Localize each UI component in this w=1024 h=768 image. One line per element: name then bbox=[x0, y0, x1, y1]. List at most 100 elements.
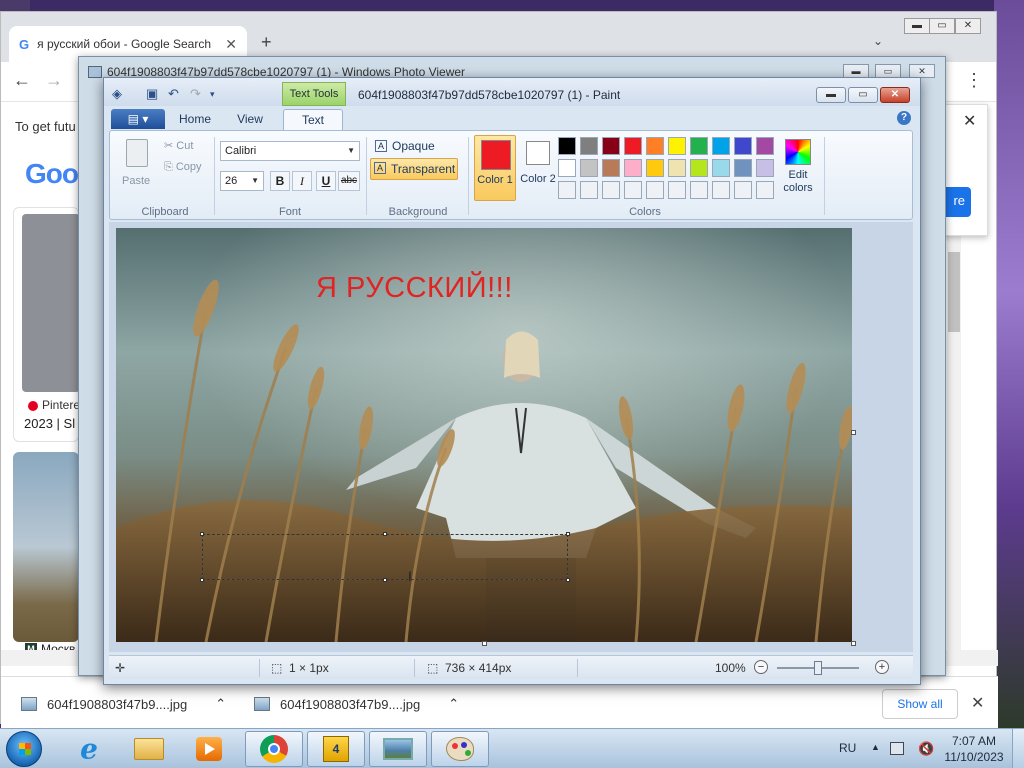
palette-empty-swatch[interactable] bbox=[712, 181, 730, 199]
paint-close-button[interactable]: ✕ bbox=[880, 87, 910, 103]
palette-empty-swatch[interactable] bbox=[734, 181, 752, 199]
cut-button[interactable]: ✂ Cut bbox=[164, 139, 193, 152]
show-all-downloads-button[interactable]: Show all bbox=[882, 689, 958, 719]
palette-color-swatch[interactable] bbox=[712, 137, 730, 155]
taskbar-internet-explorer[interactable]: e bbox=[60, 731, 118, 767]
palette-color-swatch[interactable] bbox=[602, 137, 620, 155]
copy-button[interactable]: ⎘ Copy bbox=[164, 161, 202, 174]
kebab-menu-icon[interactable]: ⋮ bbox=[965, 70, 983, 91]
help-icon[interactable]: ? bbox=[897, 111, 911, 125]
color2-button[interactable] bbox=[526, 141, 550, 165]
taskbar-media-player[interactable] bbox=[180, 731, 238, 767]
palette-empty-swatch[interactable] bbox=[690, 181, 708, 199]
arrow-left-icon[interactable]: ← bbox=[13, 70, 31, 91]
palette-color-swatch[interactable] bbox=[712, 159, 730, 177]
palette-empty-swatch[interactable] bbox=[624, 181, 642, 199]
photo-viewer-minimize-button[interactable]: ▬ bbox=[843, 64, 869, 78]
paint-maximize-button[interactable]: ▭ bbox=[848, 87, 878, 103]
paint-minimize-button[interactable]: ▬ bbox=[816, 87, 846, 103]
customize-toolbar-icon[interactable]: ▾ bbox=[210, 89, 215, 100]
close-tab-icon[interactable]: ✕ bbox=[225, 36, 237, 53]
tab-home[interactable]: Home bbox=[171, 109, 219, 130]
zoom-in-button[interactable]: + bbox=[875, 660, 889, 674]
taskbar-photo-viewer[interactable] bbox=[369, 731, 427, 767]
underline-button[interactable]: U bbox=[316, 171, 336, 191]
palette-empty-swatch[interactable] bbox=[646, 181, 664, 199]
tab-search-chevron-icon[interactable]: ⌄ bbox=[873, 34, 883, 48]
opaque-button[interactable]: A Opaque bbox=[372, 137, 462, 155]
tab-view[interactable]: View bbox=[225, 109, 275, 130]
resize-handle[interactable] bbox=[383, 578, 387, 582]
edit-colors-button[interactable]: Edit colors bbox=[776, 139, 820, 195]
paint-app-icon[interactable]: ◈ bbox=[112, 86, 122, 102]
language-indicator[interactable]: RU bbox=[839, 741, 856, 755]
color1-button[interactable]: Color 1 bbox=[474, 135, 516, 201]
chrome-close-button[interactable]: ✕ bbox=[955, 18, 981, 34]
close-download-bar-icon[interactable]: ✕ bbox=[971, 693, 984, 713]
palette-color-swatch[interactable] bbox=[580, 159, 598, 177]
palette-color-swatch[interactable] bbox=[734, 159, 752, 177]
zoom-slider-thumb[interactable] bbox=[814, 661, 822, 675]
chevron-up-icon[interactable]: ⌃ bbox=[448, 696, 459, 712]
download-item[interactable]: 604f1908803f47b9....jpg ⌃ bbox=[254, 691, 459, 717]
palette-color-swatch[interactable] bbox=[756, 137, 774, 155]
text-input-box[interactable]: I bbox=[200, 532, 570, 584]
palette-color-swatch[interactable] bbox=[558, 159, 576, 177]
zoom-slider[interactable] bbox=[777, 661, 859, 675]
palette-color-swatch[interactable] bbox=[668, 159, 686, 177]
redo-icon[interactable]: ↷ bbox=[190, 86, 201, 102]
palette-empty-swatch[interactable] bbox=[756, 181, 774, 199]
image-result-card[interactable]: Pintere 2023 | Sl bbox=[13, 207, 80, 442]
transparent-button[interactable]: A Transparent bbox=[370, 158, 458, 180]
show-hidden-icons-icon[interactable]: ▲ bbox=[871, 742, 880, 752]
start-button[interactable] bbox=[6, 731, 42, 767]
palette-color-swatch[interactable] bbox=[734, 137, 752, 155]
taskbar-chrome[interactable] bbox=[245, 731, 303, 767]
palette-color-swatch[interactable] bbox=[624, 159, 642, 177]
paint-file-menu-button[interactable]: ▤ ▾ bbox=[111, 109, 165, 129]
undo-icon[interactable]: ↶ bbox=[168, 86, 179, 102]
strikethrough-button[interactable]: abc bbox=[338, 171, 360, 191]
palette-color-swatch[interactable] bbox=[756, 159, 774, 177]
palette-color-swatch[interactable] bbox=[690, 159, 708, 177]
arrow-right-icon[interactable]: → bbox=[45, 70, 63, 91]
photo-viewer-maximize-button[interactable]: ▭ bbox=[875, 64, 901, 78]
zoom-out-button[interactable]: − bbox=[754, 660, 768, 674]
taskbar-file-explorer[interactable] bbox=[120, 731, 178, 767]
tab-text[interactable]: Text bbox=[283, 109, 343, 130]
font-family-select[interactable]: Calibri ▼ bbox=[220, 141, 360, 161]
volume-muted-icon[interactable]: 🔇 bbox=[918, 741, 934, 757]
taskbar-paint[interactable] bbox=[431, 731, 489, 767]
palette-empty-swatch[interactable] bbox=[602, 181, 620, 199]
palette-color-swatch[interactable] bbox=[624, 137, 642, 155]
resize-handle[interactable] bbox=[200, 532, 204, 536]
resize-handle[interactable] bbox=[566, 578, 570, 582]
resize-handle[interactable] bbox=[200, 578, 204, 582]
result-thumbnail[interactable] bbox=[22, 214, 80, 392]
canvas-area[interactable]: Я РУССКИЙ!!! I bbox=[109, 222, 913, 652]
chevron-up-icon[interactable]: ⌃ bbox=[215, 696, 226, 712]
italic-button[interactable]: I bbox=[292, 171, 312, 191]
google-logo[interactable]: Goo bbox=[25, 158, 79, 190]
canvas-resize-handle-right[interactable] bbox=[851, 430, 856, 435]
save-icon[interactable]: ▣ bbox=[146, 86, 158, 102]
chrome-minimize-button[interactable]: ▬ bbox=[904, 18, 930, 34]
paste-button[interactable]: Paste bbox=[122, 175, 150, 187]
palette-color-swatch[interactable] bbox=[558, 137, 576, 155]
resize-handle[interactable] bbox=[383, 532, 387, 536]
close-icon[interactable]: ✕ bbox=[963, 111, 976, 131]
show-desktop-button[interactable] bbox=[1012, 729, 1024, 768]
palette-empty-swatch[interactable] bbox=[558, 181, 576, 199]
palette-color-swatch[interactable] bbox=[602, 159, 620, 177]
palette-color-swatch[interactable] bbox=[646, 159, 664, 177]
chrome-vertical-scrollbar[interactable] bbox=[947, 232, 961, 652]
canvas-image[interactable]: Я РУССКИЙ!!! I bbox=[116, 228, 852, 642]
action-center-icon[interactable] bbox=[890, 742, 904, 755]
taskbar-app[interactable]: 4 bbox=[307, 731, 365, 767]
palette-color-swatch[interactable] bbox=[646, 137, 664, 155]
font-size-select[interactable]: 26 ▼ bbox=[220, 171, 264, 191]
new-tab-icon[interactable]: + bbox=[261, 32, 272, 53]
photo-viewer-close-button[interactable]: ✕ bbox=[909, 64, 935, 78]
palette-empty-swatch[interactable] bbox=[580, 181, 598, 199]
palette-empty-swatch[interactable] bbox=[668, 181, 686, 199]
